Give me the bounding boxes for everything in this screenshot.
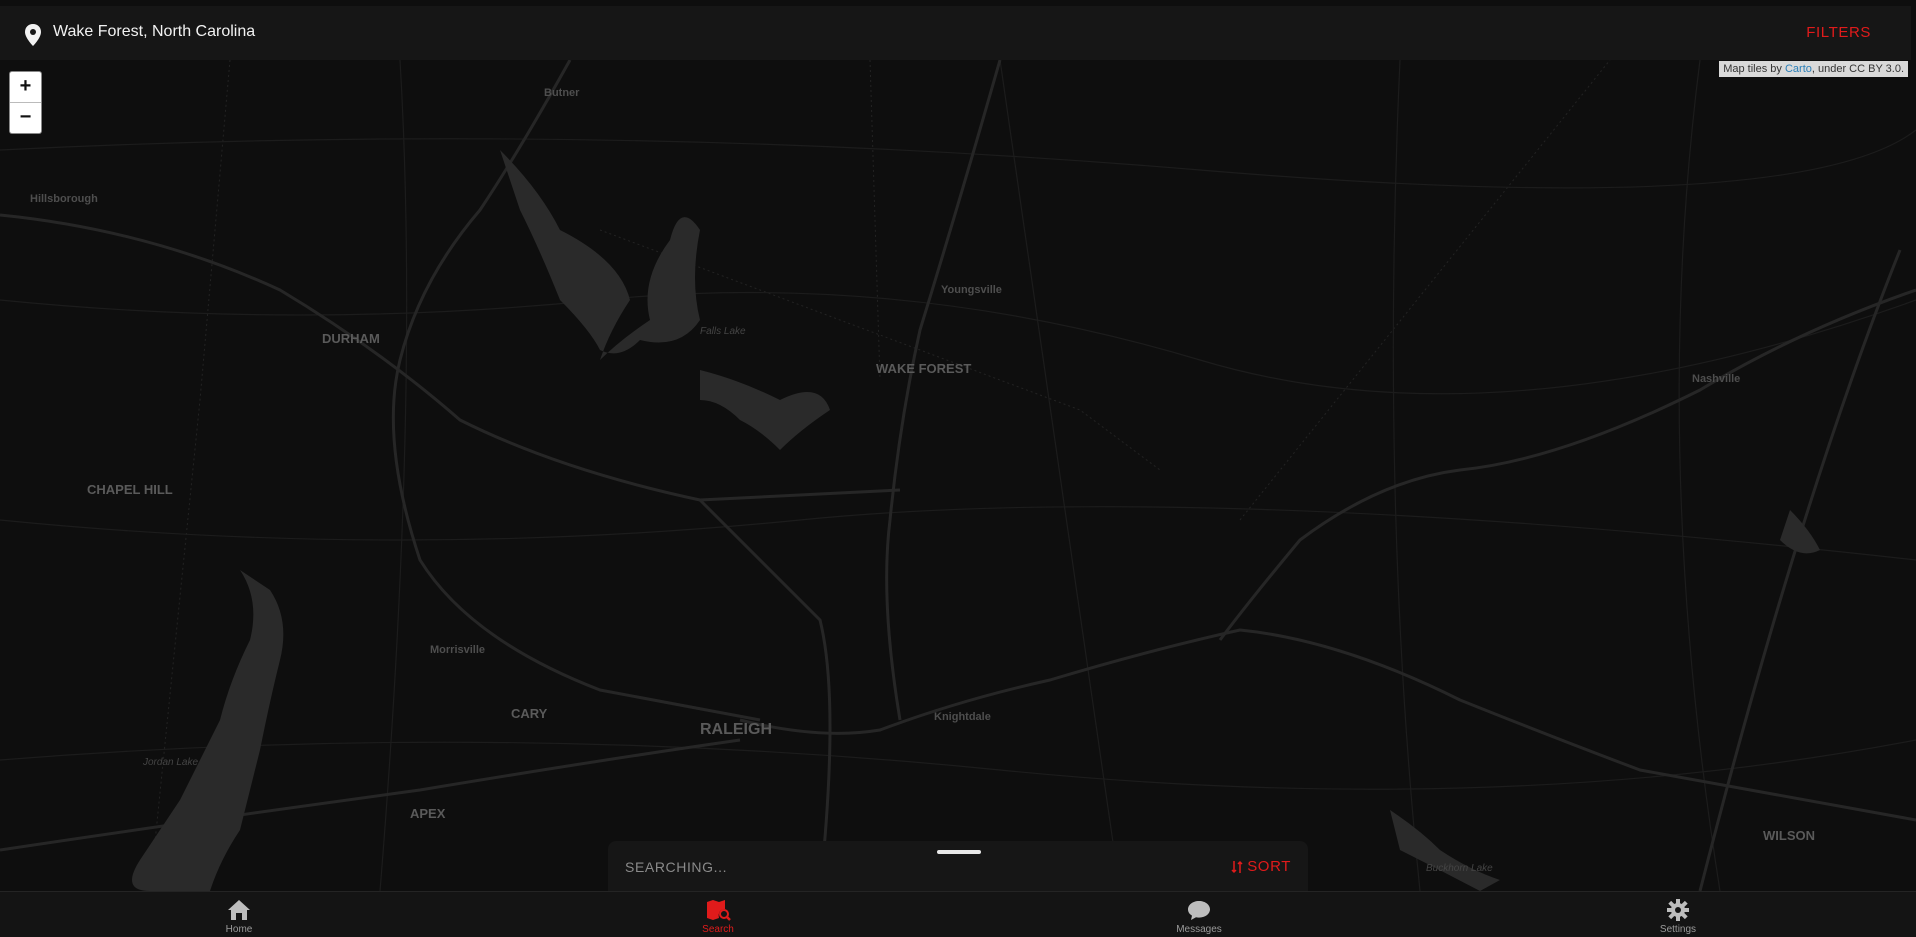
map-attribution: Map tiles by Carto, under CC BY 3.0. — [1719, 61, 1908, 77]
map-label-knightdale: Knightdale — [934, 711, 991, 723]
map-label-nashville: Nashville — [1692, 373, 1740, 385]
map-label-chapel-hill: CHAPEL HILL — [87, 482, 173, 497]
map-label-wake-forest: WAKE FOREST — [876, 361, 971, 376]
zoom-control: + − — [10, 72, 41, 133]
chat-icon — [1188, 901, 1210, 920]
location-bar[interactable]: Wake Forest, North Carolina FILTERS — [0, 6, 1911, 60]
nav-item-settings[interactable]: Settings — [1598, 892, 1758, 937]
map-label-buckhorn-lake: Buckhorn Lake — [1426, 863, 1493, 874]
results-sheet[interactable]: SEARCHING... SORT — [608, 841, 1308, 891]
nav-label-search: Search — [702, 924, 734, 935]
map-label-morrisville: Morrisville — [430, 644, 485, 656]
nav-label-home: Home — [225, 924, 253, 935]
map-label-wilson: WILSON — [1763, 828, 1815, 843]
sheet-drag-handle[interactable] — [937, 850, 981, 854]
map-label-cary: CARY — [511, 706, 548, 721]
attribution-prefix: Map tiles by — [1723, 63, 1785, 75]
nav-item-messages[interactable]: Messages — [1119, 892, 1279, 937]
bottom-nav: Home Search Messages Settings — [0, 891, 1916, 937]
map-label-jordan-lake: Jordan Lake — [142, 757, 198, 768]
map-label-butner: Butner — [544, 87, 580, 99]
map-label-raleigh: RALEIGH — [700, 721, 772, 738]
search-status: SEARCHING... — [625, 859, 728, 875]
map-label-hillsborough: Hillsborough — [30, 193, 98, 205]
map-label-apex: APEX — [410, 806, 446, 821]
attribution-suffix: , under CC BY 3.0. — [1811, 63, 1904, 75]
attribution-carto-link[interactable]: Carto — [1785, 63, 1812, 75]
map-view[interactable]: Butner Hillsborough DURHAM Youngsville F… — [0, 0, 1916, 891]
location-pin-icon — [25, 24, 41, 46]
filters-button[interactable]: FILTERS — [1806, 24, 1871, 41]
map-label-durham: DURHAM — [322, 331, 380, 346]
nav-label-messages: Messages — [1176, 924, 1222, 935]
sort-button[interactable]: SORT — [1231, 858, 1291, 875]
gear-icon — [1667, 899, 1689, 921]
home-icon — [228, 900, 250, 920]
nav-label-settings: Settings — [1659, 924, 1697, 935]
nav-item-search[interactable]: Search — [638, 892, 798, 937]
sort-label: SORT — [1247, 858, 1291, 875]
location-label[interactable]: Wake Forest, North Carolina — [53, 23, 255, 41]
map-search-icon — [707, 900, 731, 921]
map-label-youngsville: Youngsville — [941, 284, 1002, 296]
nav-item-home[interactable]: Home — [159, 892, 319, 937]
map-label-falls-lake: Falls Lake — [700, 326, 746, 337]
zoom-out-button[interactable]: − — [10, 103, 41, 133]
sort-icon — [1231, 860, 1243, 873]
zoom-in-button[interactable]: + — [10, 72, 41, 103]
